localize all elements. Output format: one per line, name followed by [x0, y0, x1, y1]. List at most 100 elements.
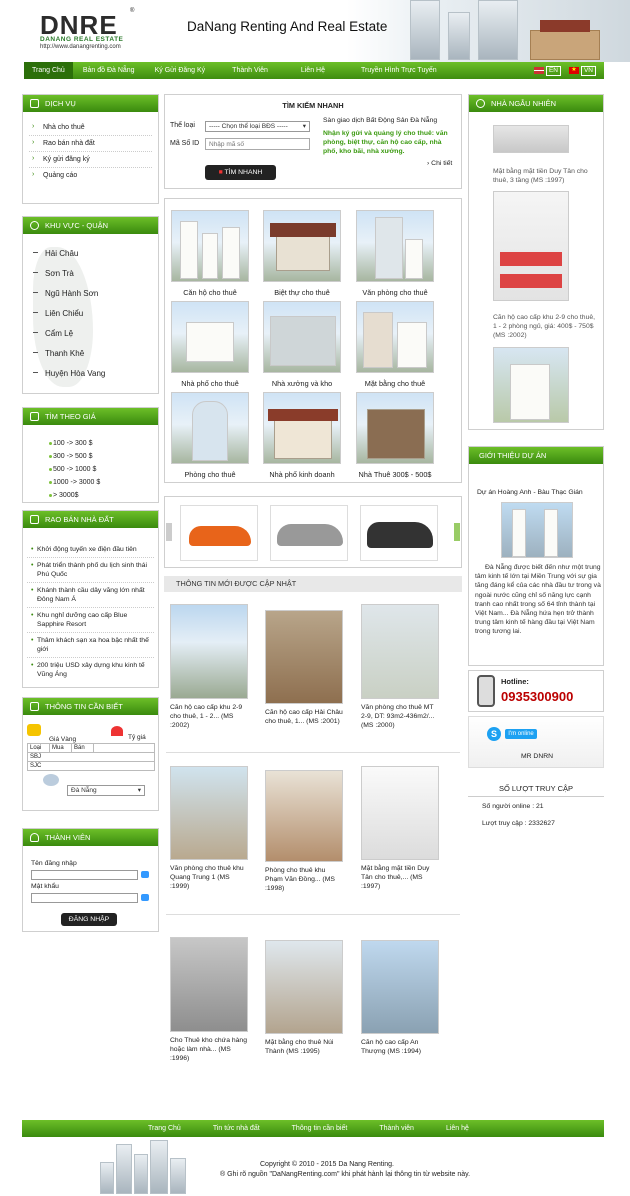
lock-icon — [30, 833, 39, 842]
nav-members[interactable]: Thành Viên — [215, 62, 285, 79]
news-item[interactable]: Khởi động tuyến xe điện đầu tiên — [27, 542, 154, 558]
news-item[interactable]: Khu nghỉ dưỡng cao cấp Blue Sapphire Res… — [27, 608, 154, 633]
footer-contact[interactable]: Liên hệ — [430, 1125, 485, 1132]
slider-prev-icon[interactable] — [166, 523, 172, 541]
category-card[interactable]: Nhà phố kinh doanh — [263, 392, 341, 479]
listing-image — [265, 610, 343, 704]
random-image[interactable] — [493, 125, 569, 153]
more-link[interactable]: › Chi tiết — [427, 160, 452, 167]
news-item[interactable]: Phát triển thành phố du lịch sinh thái P… — [27, 558, 154, 583]
search-box: TÌM KIẾM NHANH Thể loại ----- Chọn thể l… — [164, 94, 462, 189]
district-item[interactable]: Thanh Khê — [23, 344, 158, 364]
info-header: THÔNG TIN CẦN BIẾT — [23, 698, 158, 715]
id-input[interactable] — [205, 138, 310, 150]
price-item[interactable]: 300 -> 500 $ — [23, 450, 158, 463]
footer-news[interactable]: Tin tức nhà đất — [197, 1125, 276, 1132]
listing-card[interactable]: Văn phòng cho thuê khu Quang Trung 1 (MS… — [170, 766, 248, 891]
lang-vn[interactable]: VN — [580, 65, 596, 76]
category-card[interactable]: Nhà Thuê 300$ - 500$ — [356, 392, 434, 479]
type-select[interactable]: ----- Chọn thể loại BĐS ----- ▾ — [205, 121, 310, 132]
district-item[interactable]: Cẩm Lệ — [23, 324, 158, 344]
listing-caption[interactable]: Văn phòng cho thuê MT 2-9, DT: 93m2-436m… — [361, 703, 439, 730]
district-item[interactable]: Ngũ Hành Sơn — [23, 284, 158, 304]
category-card[interactable]: Biệt thự cho thuê — [263, 210, 341, 297]
city-select[interactable]: Đà Nẵng ▾ — [67, 785, 145, 796]
uk-flag-icon[interactable] — [533, 67, 544, 74]
footer-home[interactable]: Trang Chủ — [132, 1125, 197, 1132]
district-item[interactable]: Sơn Trà — [23, 264, 158, 284]
listing-caption[interactable]: Căn hộ cao cấp Hải Châu cho thuê, 1... (… — [265, 708, 343, 726]
vn-flag-icon[interactable]: ★ — [568, 67, 579, 74]
listing-caption[interactable]: Văn phòng cho thuê khu Quang Trung 1 (MS… — [170, 864, 248, 891]
service-item[interactable]: Rao bán nhà đất — [29, 136, 152, 152]
service-item[interactable]: Quảng cáo — [29, 168, 152, 183]
listing-caption[interactable]: Căn hộ cao cấp khu 2-9 cho thuê, 1 - 2..… — [170, 703, 248, 730]
logo-url[interactable]: http://www.danangrenting.com — [40, 44, 121, 50]
nav-live-tv[interactable]: Truyền Hình Trực Tuyến — [341, 62, 457, 79]
nav-contact[interactable]: Liên Hệ — [285, 62, 341, 79]
ad-slide[interactable] — [270, 505, 348, 561]
category-card[interactable]: Nhà xưởng và kho — [263, 301, 341, 388]
listing-card[interactable]: Căn hộ cao cấp khu 2-9 cho thuê, 1 - 2..… — [170, 604, 248, 730]
price-list: 100 -> 300 $ 300 -> 500 $ 500 -> 1000 $ … — [23, 425, 158, 502]
nav-deposit[interactable]: Ký Gửi Đăng Ký — [145, 62, 216, 79]
listing-caption[interactable]: Căn hộ cao cấp An Thượng (MS :1994) — [361, 1038, 439, 1056]
price-item[interactable]: 1000 -> 3000 $ — [23, 476, 158, 489]
member-box: THÀNH VIÊN Tên đăng nhập Mật khẩu ĐĂNG N… — [22, 828, 159, 932]
password-input[interactable] — [31, 893, 138, 903]
rate-label[interactable]: Tỷ giá — [128, 734, 146, 741]
listing-caption[interactable]: Phòng cho thuê khu Phạm Văn Đồng... (MS … — [265, 866, 343, 893]
news-item[interactable]: Khánh thành cầu dây văng lớn nhất Đông N… — [27, 583, 154, 608]
promo-title: Sàn giao dịch Bất Động Sản Đà Nẵng — [323, 117, 438, 124]
district-item[interactable]: Liên Chiểu — [23, 304, 158, 324]
category-card[interactable]: Căn hộ cho thuê — [171, 210, 249, 297]
listing-caption[interactable]: Cho Thuê kho chứa hàng hoặc làm nhà... (… — [170, 1036, 248, 1063]
skype-status[interactable]: I'm online — [505, 729, 537, 739]
listing-caption[interactable]: Mặt bằng mặt tiền Duy Tân cho thuê,... (… — [361, 864, 439, 891]
listing-caption[interactable]: Mặt bằng cho thuê Núi Thành (MS :1995) — [265, 1038, 343, 1056]
lang-en[interactable]: EN — [545, 65, 561, 76]
price-item[interactable]: > 3000$ — [23, 489, 158, 502]
price-item[interactable]: 500 -> 1000 $ — [23, 463, 158, 476]
footer-nav: Trang Chủ Tin tức nhà đất Thông tin cần … — [22, 1120, 604, 1137]
price-item[interactable]: 100 -> 300 $ — [23, 437, 158, 450]
project-name[interactable]: Dự án Hoàng Anh - Bàu Thạc Gián — [477, 489, 583, 496]
username-input[interactable] — [31, 870, 138, 880]
news-item[interactable]: Thâm khách sạn xa hoa bậc nhất thế giới — [27, 633, 154, 658]
category-card[interactable]: Nhà phố cho thuê — [171, 301, 249, 388]
category-image — [356, 210, 434, 282]
project-image[interactable] — [501, 502, 573, 558]
slider-next-icon[interactable] — [454, 523, 460, 541]
ad-slide[interactable] — [360, 505, 438, 561]
login-button[interactable]: ĐĂNG NHẬP — [61, 913, 117, 926]
footer-members[interactable]: Thành viên — [363, 1125, 430, 1132]
service-item[interactable]: Nhà cho thuê — [29, 120, 152, 136]
listing-card[interactable]: Mặt bằng cho thuê Núi Thành (MS :1995) — [265, 940, 343, 1056]
listing-card[interactable]: Căn hộ cao cấp Hải Châu cho thuê, 1... (… — [265, 610, 343, 726]
footer-info[interactable]: Thông tin cần biết — [276, 1125, 364, 1132]
random-caption[interactable]: Mặt bằng mặt tiền Duy Tân cho thuê, 3 tầ… — [493, 167, 597, 185]
category-card[interactable]: Phòng cho thuê — [171, 392, 249, 479]
quick-search-button[interactable]: ■ TÌM NHANH — [205, 165, 276, 180]
random-image[interactable] — [493, 347, 569, 423]
nav-map[interactable]: Bản đồ Đà Nẵng — [73, 62, 145, 79]
district-item[interactable]: Hải Châu — [23, 244, 158, 264]
gold-label[interactable]: Giá Vàng — [49, 736, 76, 743]
district-item[interactable]: Huyện Hòa Vang — [23, 364, 158, 384]
skype-icon[interactable]: S — [487, 727, 501, 741]
hotline-number[interactable]: 0935300900 — [501, 689, 573, 704]
ad-slide[interactable] — [180, 505, 258, 561]
listing-card[interactable]: Văn phòng cho thuê MT 2-9, DT: 93m2-436m… — [361, 604, 439, 730]
random-image[interactable] — [493, 191, 569, 301]
news-item[interactable]: 200 triệu USD xây dựng khu kinh tế Vũng … — [27, 658, 154, 682]
listing-card[interactable]: Phòng cho thuê khu Phạm Văn Đồng... (MS … — [265, 770, 343, 893]
random-caption[interactable]: Căn hộ cao cấp khu 2-9 cho thuê, 1 - 2 p… — [493, 313, 597, 340]
category-card[interactable]: Văn phòng cho thuê — [356, 210, 434, 297]
service-item[interactable]: Ký gửi đăng ký — [29, 152, 152, 168]
listing-card[interactable]: Cho Thuê kho chứa hàng hoặc làm nhà... (… — [170, 937, 248, 1063]
nav-home[interactable]: Trang Chủ — [24, 62, 73, 79]
category-card[interactable]: Mặt bằng cho thuê — [356, 301, 434, 388]
listing-card[interactable]: Mặt bằng mặt tiền Duy Tân cho thuê,... (… — [361, 766, 439, 891]
listing-card[interactable]: Căn hộ cao cấp An Thượng (MS :1994) — [361, 940, 439, 1056]
category-label: Nhà xưởng và kho — [271, 379, 333, 388]
